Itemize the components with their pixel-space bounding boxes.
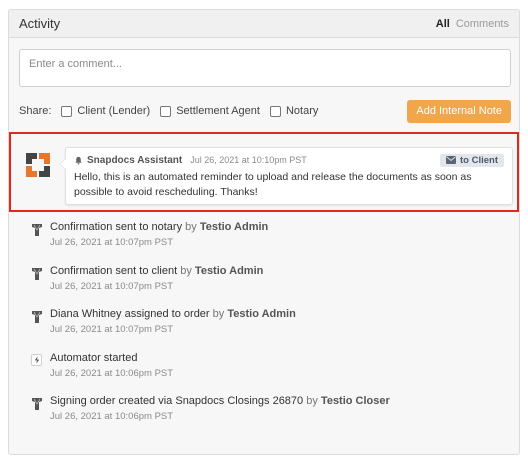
- to-client-label: to Client: [460, 154, 498, 166]
- feed-item-actor: Testio Admin: [227, 308, 296, 320]
- user-icon: [32, 311, 42, 323]
- feed-item-actor: Testio Admin: [199, 221, 269, 233]
- share-row: Share: Client (Lender) Settlement Agent …: [19, 99, 511, 123]
- share-label: Share:: [19, 105, 52, 117]
- feed-item-text: Confirmation sent to client by Testio Ad…: [50, 265, 263, 277]
- feed-item-time: Jul 26, 2021 at 10:06pm PST: [50, 411, 174, 422]
- feed-item-time: Jul 26, 2021 at 10:07pm PST: [50, 324, 174, 335]
- activity-header: Activity All Comments: [9, 10, 519, 38]
- feed-item: Confirmation sent to notary by Testio Ad…: [31, 218, 511, 262]
- to-client-badge: to Client: [440, 153, 504, 167]
- feed-item-by: by: [180, 264, 192, 277]
- share-client-lender-option[interactable]: Client (Lender): [61, 105, 150, 117]
- feed-item-by: by: [212, 308, 225, 320]
- comment-input[interactable]: [19, 49, 511, 87]
- message-author: Snapdocs Assistant: [87, 154, 183, 166]
- feed-item-actor: Testio Closer: [320, 395, 390, 407]
- feed-item-by: by: [306, 395, 318, 407]
- user-icon: [32, 224, 42, 236]
- user-icon: [32, 267, 42, 280]
- filter-all-tab[interactable]: All: [436, 18, 450, 30]
- feed-item-text: Confirmation sent to notary by Testio Ad…: [50, 221, 268, 233]
- activity-title: Activity: [19, 16, 61, 31]
- feed-item: Automator started Jul 26, 2021 at 10:06p…: [31, 349, 511, 393]
- feed-item-description: Confirmation sent to notary: [50, 221, 183, 233]
- message-bubble: Snapdocs Assistant Jul 26, 2021 at 10:10…: [59, 147, 513, 205]
- activity-filters: All Comments: [436, 18, 509, 30]
- lightning-icon: [34, 355, 39, 364]
- feed-item: Confirmation sent to client by Testio Ad…: [31, 262, 511, 306]
- feed-item-description: Automator started: [50, 351, 138, 364]
- feed-item-time: Jul 26, 2021 at 10:06pm PST: [50, 367, 174, 379]
- feed-item-time: Jul 26, 2021 at 10:07pm PST: [50, 237, 174, 248]
- bolt-icon: [31, 353, 42, 366]
- share-client-lender-label: Client (Lender): [77, 105, 151, 117]
- share-settlement-agent-label: Settlement Agent: [176, 105, 260, 117]
- feed-item-description: Diana Whitney assigned to order: [50, 308, 210, 320]
- filter-comments-tab[interactable]: Comments: [456, 18, 509, 30]
- feed-item-text: Signing order created via Snapdocs Closi…: [50, 395, 390, 407]
- message-header: Snapdocs Assistant Jul 26, 2021 at 10:10…: [74, 153, 504, 167]
- share-client-lender-checkbox[interactable]: [61, 105, 73, 117]
- activity-panel: Activity All Comments Share: Client (Len…: [8, 9, 520, 455]
- message-timestamp: Jul 26, 2021 at 10:10pm PST: [190, 155, 307, 165]
- feed-item-actor: Testio Admin: [194, 264, 264, 277]
- feed-item-text: Automator started: [50, 352, 137, 364]
- feed-item-description: Confirmation sent to client: [50, 264, 178, 277]
- feed-item: Diana Whitney assigned to order by Testi…: [31, 305, 511, 349]
- share-notary-checkbox[interactable]: [269, 105, 281, 117]
- envelope-icon: [446, 156, 456, 164]
- feed-item-description: Signing order created via Snapdocs Closi…: [50, 395, 304, 407]
- add-internal-note-button[interactable]: Add Internal Note: [407, 99, 511, 123]
- feed-item: Signing order created via Snapdocs Closi…: [31, 392, 511, 436]
- feed-item-text: Diana Whitney assigned to order by Testi…: [50, 308, 296, 320]
- highlighted-message: Snapdocs Assistant Jul 26, 2021 at 10:10…: [9, 132, 519, 212]
- bell-icon: [75, 156, 82, 165]
- share-notary-option[interactable]: Notary: [269, 105, 319, 117]
- feed-item-by: by: [185, 221, 197, 233]
- activity-feed: Confirmation sent to notary by Testio Ad…: [31, 218, 511, 436]
- share-notary-label: Notary: [285, 105, 319, 117]
- share-settlement-agent-option[interactable]: Settlement Agent: [160, 105, 260, 117]
- snapdocs-logo-icon: [26, 153, 50, 177]
- feed-item-time: Jul 26, 2021 at 10:07pm PST: [50, 280, 174, 292]
- message-text: Hello, this is an automated reminder to …: [74, 171, 472, 198]
- user-icon: [32, 398, 42, 410]
- share-settlement-agent-checkbox[interactable]: [160, 105, 172, 117]
